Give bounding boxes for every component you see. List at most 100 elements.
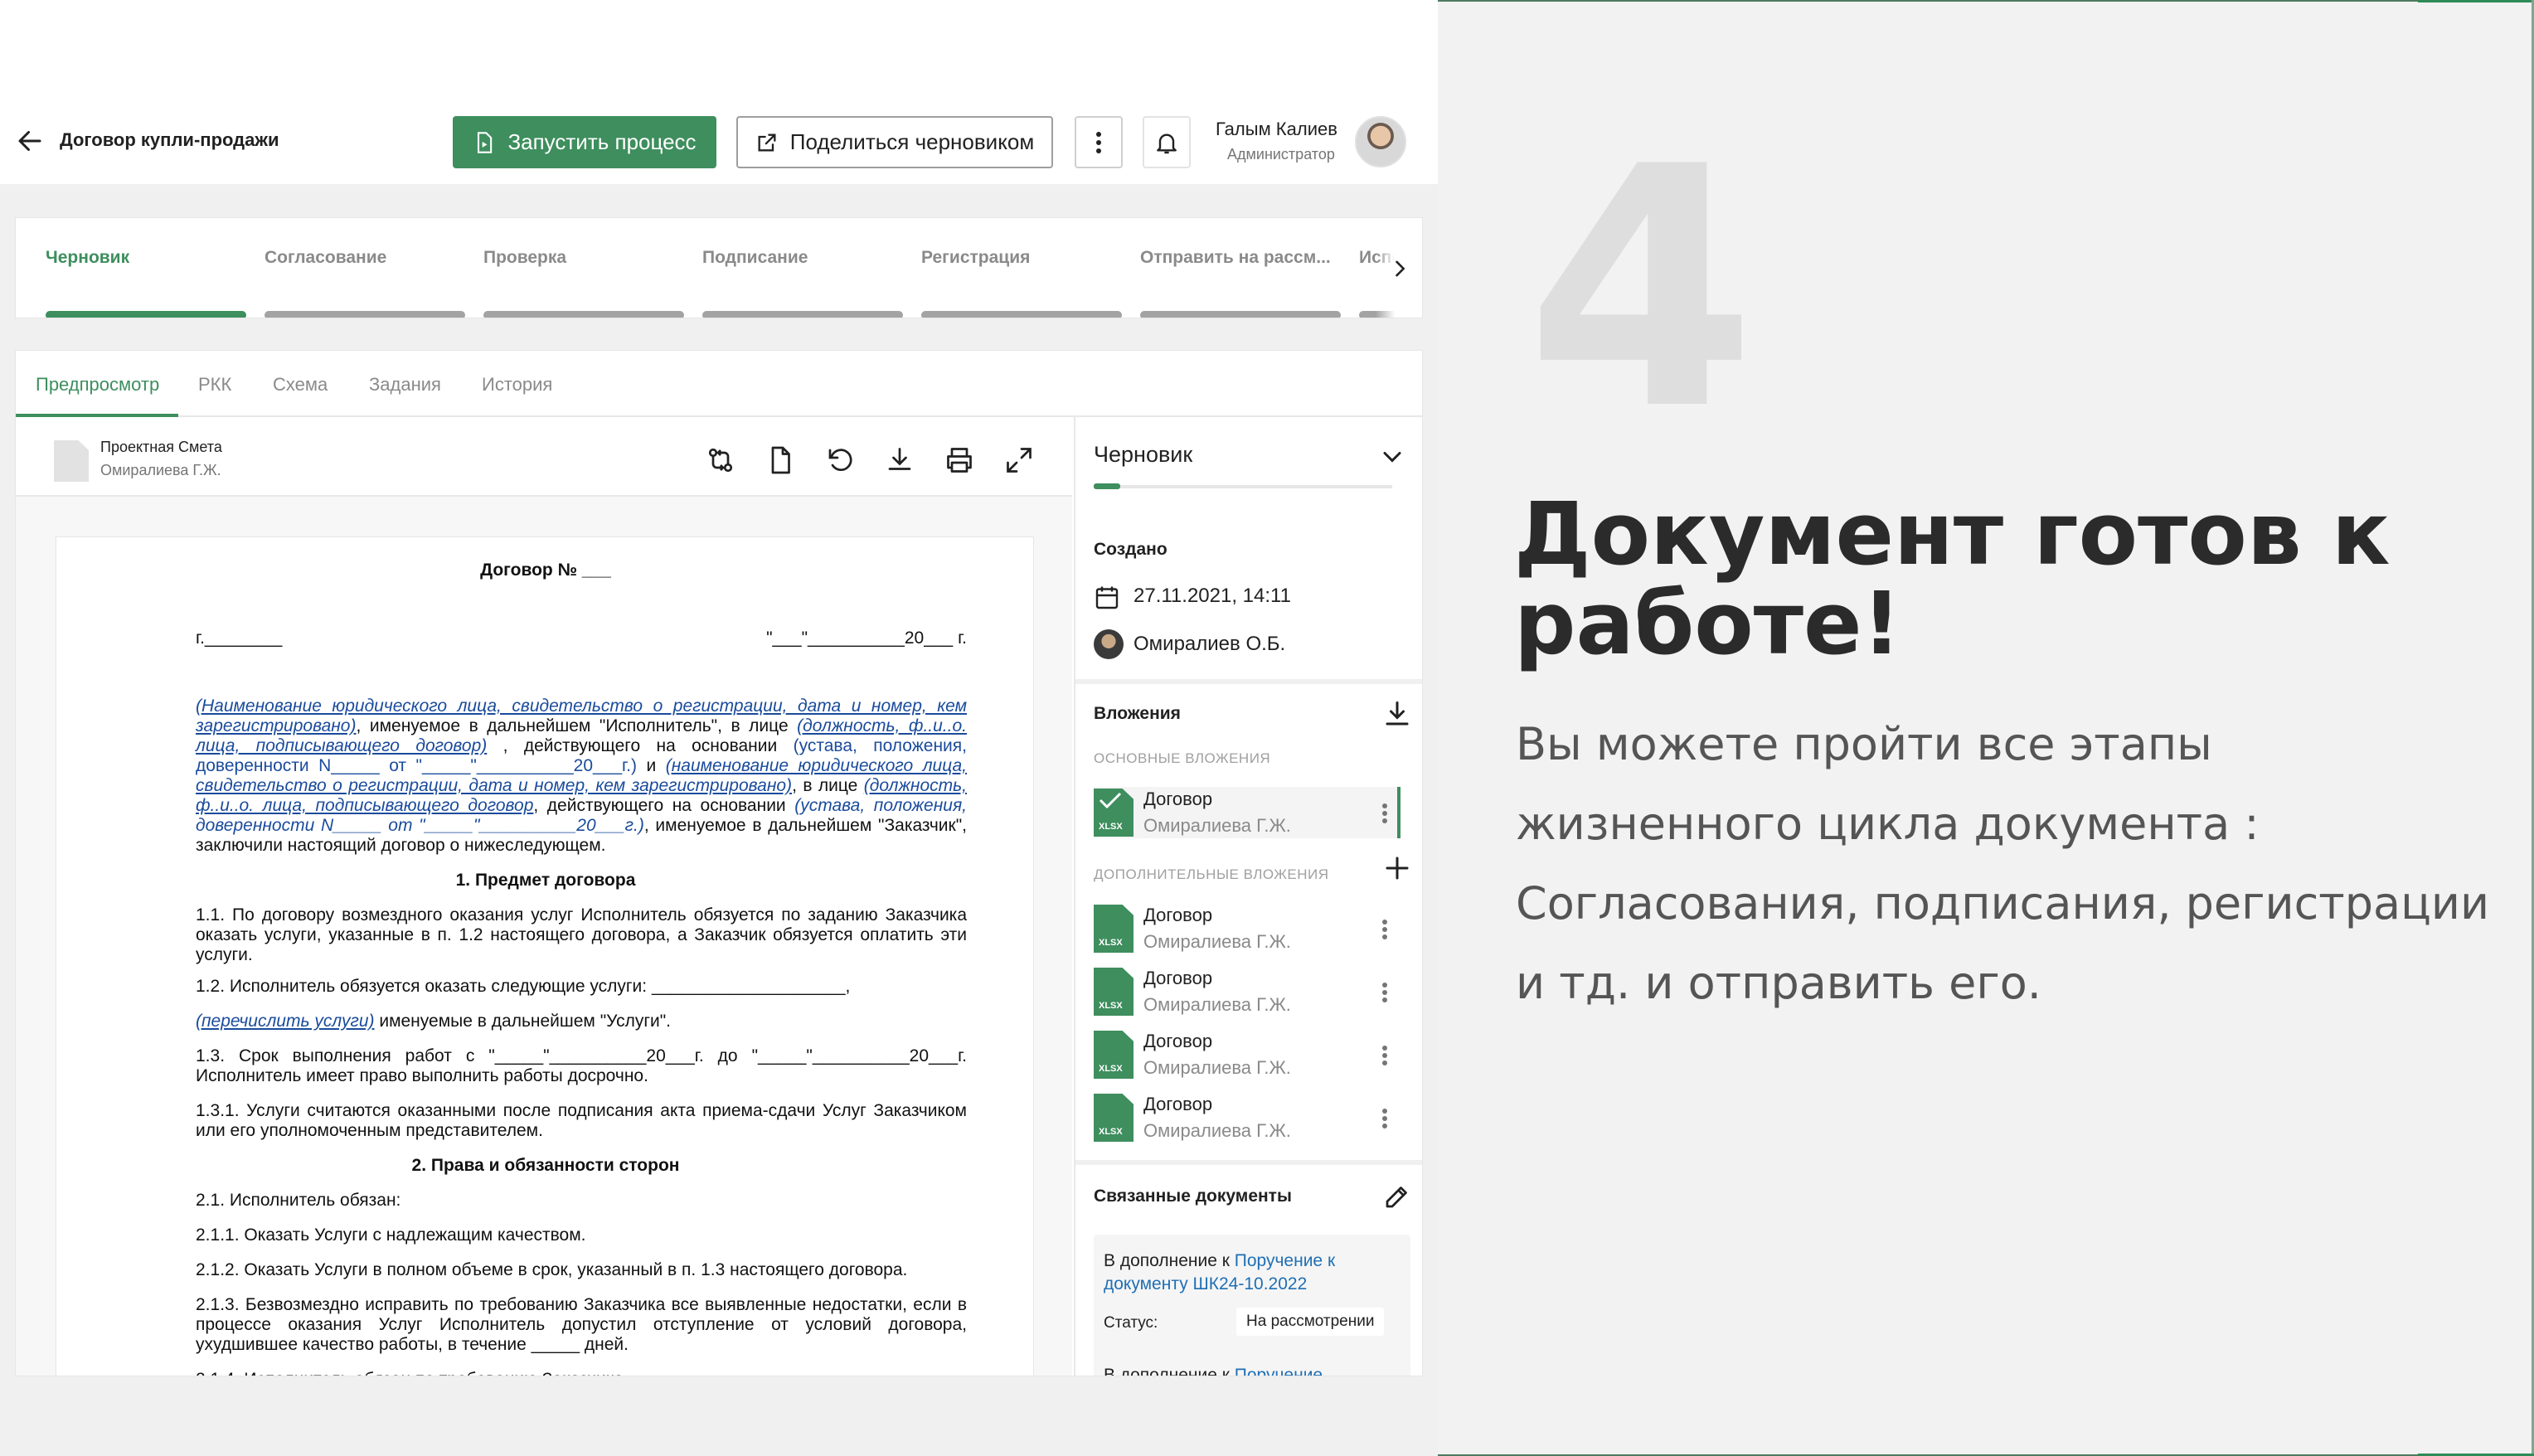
stage-label: Согласование	[265, 248, 387, 267]
document-paragraph: 2.1.1. Оказать Услуги с надлежащим качес…	[196, 1225, 586, 1245]
share-draft-button[interactable]: Поделиться черновиком	[736, 116, 1053, 168]
tab-scheme[interactable]: Схема	[273, 374, 328, 396]
related-doc-text: В дополнение к Поручение к документу ШК2…	[1104, 1250, 1402, 1296]
file-icon	[765, 445, 795, 475]
stage-registration[interactable]: Регистрация	[921, 248, 1122, 318]
attachment-author: Омиралиева Г.Ж.	[1143, 815, 1291, 836]
more-vertical-icon[interactable]	[1374, 1041, 1396, 1070]
document-text: , действующего на основании	[533, 796, 795, 815]
notifications-button[interactable]	[1143, 116, 1191, 168]
status-label: Статус:	[1104, 1314, 1158, 1332]
document-paragraph: 2.1.4. Исполнитель обязан по требованию …	[196, 1370, 967, 1376]
avatar	[1094, 629, 1124, 659]
download-icon[interactable]	[1382, 699, 1412, 729]
arrow-left-icon[interactable]	[15, 126, 45, 156]
stage-scroll-right-button[interactable]	[1376, 218, 1422, 318]
xlsx-file-icon: XLSX	[1094, 789, 1134, 837]
download-icon	[885, 445, 915, 475]
created-date: 27.11.2021, 14:11	[1134, 585, 1291, 607]
user-role: Администратор	[1227, 146, 1335, 163]
document-text: , в лице	[792, 776, 864, 795]
attachment-item[interactable]: XLSX Договор Омиралиева Г.Ж.	[1094, 903, 1400, 954]
related-docs-title: Связанные документы	[1094, 1187, 1292, 1206]
avatar[interactable]	[1355, 116, 1406, 167]
expand-icon	[1004, 445, 1034, 475]
attachment-name: Договор	[1143, 968, 1213, 988]
stage-approval[interactable]: Согласование	[265, 248, 465, 318]
more-vertical-icon	[1095, 130, 1103, 155]
attachment-name: Договор	[1143, 1031, 1213, 1051]
stage-bar	[483, 311, 684, 318]
stage-progress: Черновик Согласование Проверка Подписани…	[15, 217, 1423, 318]
promo-text: Вы можете пройти все этапы жизненного ци…	[1516, 718, 2490, 1009]
stage-bar	[702, 311, 903, 318]
xlsx-file-icon: XLSX	[1094, 968, 1134, 1016]
related-doc-link[interactable]: Поручение	[1235, 1366, 1323, 1376]
document-intro: (Наименование юридического лица, свидете…	[196, 696, 967, 856]
tab-rkk[interactable]: РКК	[198, 374, 231, 396]
main-attachments-label: ОСНОВНЫЕ ВЛОЖЕНИЯ	[1094, 750, 1271, 766]
extra-attachments-label: ДОПОЛНИТЕЛЬНЫЕ ВЛОЖЕНИЯ	[1094, 866, 1329, 882]
stage-draft[interactable]: Черновик	[46, 248, 246, 318]
more-vertical-icon[interactable]	[1374, 798, 1396, 828]
creator-name: Омиралиев О.Б.	[1134, 633, 1286, 655]
more-button[interactable]	[1075, 116, 1123, 168]
attachment-author: Омиралиева Г.Ж.	[1143, 1120, 1291, 1141]
tab-tasks[interactable]: Задания	[369, 374, 441, 396]
attachment-item[interactable]: XLSX Договор Омиралиева Г.Ж.	[1094, 787, 1400, 838]
pencil-icon[interactable]	[1382, 1182, 1412, 1211]
document-text: и	[636, 756, 666, 775]
file-type-label: XLSX	[1099, 1064, 1123, 1074]
stage-send[interactable]: Отправить на рассм...	[1140, 248, 1341, 318]
external-link-icon	[755, 131, 779, 154]
tab-history[interactable]: История	[482, 374, 552, 396]
rotate-icon	[825, 445, 855, 475]
status-badge: На рассмотрении	[1236, 1308, 1385, 1336]
compare-button[interactable]	[701, 440, 740, 480]
document-paragraph: 2.1.3. Безвозмездно исправить по требова…	[196, 1295, 967, 1354]
tab-preview[interactable]: Предпросмотр	[36, 374, 159, 396]
document-paragraph: 1.3.1. Услуги считаются оказанными после…	[196, 1101, 967, 1140]
share-draft-label: Поделиться черновиком	[789, 129, 1035, 154]
rotate-button[interactable]	[820, 440, 860, 480]
xlsx-file-icon: XLSX	[1094, 905, 1134, 953]
created-label: Создано	[1094, 540, 1167, 559]
promo-headline: Документ готов к работе!	[1514, 483, 2391, 674]
bell-icon	[1153, 129, 1180, 156]
document-paragraph: (перечислить услуги) именуемые в дальней…	[196, 1012, 967, 1031]
template-placeholder: (перечислить услуги)	[196, 1012, 375, 1031]
chevron-down-icon[interactable]	[1377, 442, 1407, 472]
plus-icon[interactable]	[1382, 853, 1412, 883]
expand-button[interactable]	[999, 440, 1039, 480]
document-paragraph: 1.1. По договору возмездного оказания ус…	[196, 905, 967, 964]
attachments-title: Вложения	[1094, 704, 1181, 723]
attachment-name: Договор	[1143, 905, 1213, 925]
calendar-icon	[1092, 583, 1122, 613]
attachment-item[interactable]: XLSX Договор Омиралиева Г.Ж.	[1094, 1029, 1400, 1080]
more-vertical-icon[interactable]	[1374, 1104, 1396, 1133]
stage-review[interactable]: Проверка	[483, 248, 684, 318]
start-process-label: Запустить процесс	[507, 129, 697, 154]
stage-bar	[46, 311, 246, 318]
document-paragraph: 2.1. Исполнитель обязан:	[196, 1191, 401, 1210]
more-vertical-icon[interactable]	[1374, 978, 1396, 1007]
xlsx-file-icon: XLSX	[1094, 1031, 1134, 1079]
status-progress-fill	[1094, 483, 1120, 489]
file-button[interactable]	[760, 440, 800, 480]
attachment-item[interactable]: XLSX Договор Омиралиева Г.Ж.	[1094, 1092, 1400, 1143]
related-doc-text: В дополнение к Поручение	[1104, 1366, 1323, 1376]
attachment-item[interactable]: XLSX Договор Омиралиева Г.Ж.	[1094, 966, 1400, 1017]
print-button[interactable]	[939, 440, 979, 480]
stage-signing[interactable]: Подписание	[702, 248, 903, 318]
xlsx-file-icon: XLSX	[1094, 1094, 1134, 1142]
print-icon	[944, 445, 974, 475]
stage-label: Подписание	[702, 248, 808, 267]
stage-label: Проверка	[483, 248, 567, 267]
start-process-button[interactable]: Запустить процесс	[453, 116, 716, 168]
user-name: Галым Калиев	[1216, 119, 1337, 139]
download-button[interactable]	[880, 440, 920, 480]
attachment-name: Договор	[1143, 1094, 1213, 1114]
step-number: 4	[1526, 97, 1757, 483]
document-text: именуемые в дальнейшем "Услуги".	[374, 1012, 672, 1031]
more-vertical-icon[interactable]	[1374, 915, 1396, 944]
